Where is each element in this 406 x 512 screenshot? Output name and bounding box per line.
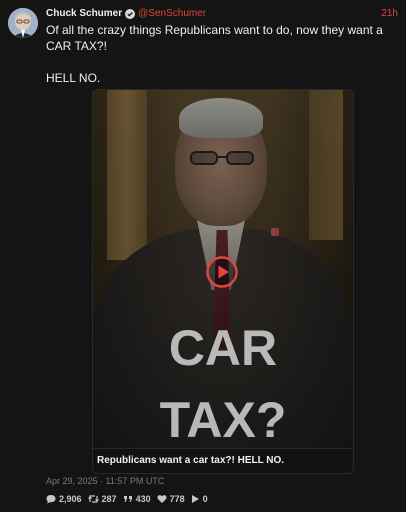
play-icon[interactable] xyxy=(206,256,238,288)
lapel-pin xyxy=(271,228,279,236)
video-caption: Republicans want a car tax?! HELL NO. xyxy=(93,448,353,473)
verified-badge-icon xyxy=(125,9,136,19)
background-wall xyxy=(309,90,343,240)
tweet-time[interactable]: 21h xyxy=(381,7,398,21)
retweet-count: 287 xyxy=(101,494,117,504)
views-stat[interactable]: 0 xyxy=(191,494,208,504)
background-wall xyxy=(107,90,147,260)
heart-icon xyxy=(157,495,167,503)
tweet-text-line: HELL NO. xyxy=(46,71,101,85)
tweet-text-line: Of all the crazy things Republicans want… xyxy=(46,23,383,53)
quote-icon xyxy=(123,496,132,502)
engagement-stats: 2,906 287 430 778 0 xyxy=(46,492,214,506)
person-glasses xyxy=(190,151,254,165)
like-stat[interactable]: 778 xyxy=(157,494,185,504)
views-count: 0 xyxy=(202,494,208,504)
quote-stat[interactable]: 430 xyxy=(123,494,151,504)
video-thumbnail[interactable]: CAR TAX? xyxy=(93,90,353,448)
tweet-header: Chuck Schumer @SenSchumer 21h xyxy=(46,7,398,21)
author-handle[interactable]: @SenSchumer xyxy=(138,7,206,21)
play-views-icon xyxy=(191,495,199,503)
reply-icon xyxy=(46,495,56,504)
person-hair xyxy=(179,98,263,138)
retweet-icon xyxy=(87,495,99,503)
retweet-stat[interactable]: 287 xyxy=(87,494,117,504)
tweet-timestamp[interactable]: Apr 29, 2025 · 11:57 PM UTC xyxy=(46,476,164,486)
tweet-card: Chuck Schumer @SenSchumer 21h Of all the… xyxy=(0,0,406,512)
video-media[interactable]: CAR TAX? Republicans want a car tax?! HE… xyxy=(92,89,354,474)
like-count: 778 xyxy=(169,494,185,504)
avatar[interactable] xyxy=(8,8,38,38)
display-name[interactable]: Chuck Schumer xyxy=(46,7,122,21)
quote-count: 430 xyxy=(135,494,151,504)
reply-count: 2,906 xyxy=(59,494,82,504)
reply-stat[interactable]: 2,906 xyxy=(46,494,82,504)
video-overlay-text: TAX? xyxy=(159,392,287,448)
video-overlay-text: CAR xyxy=(168,320,278,376)
